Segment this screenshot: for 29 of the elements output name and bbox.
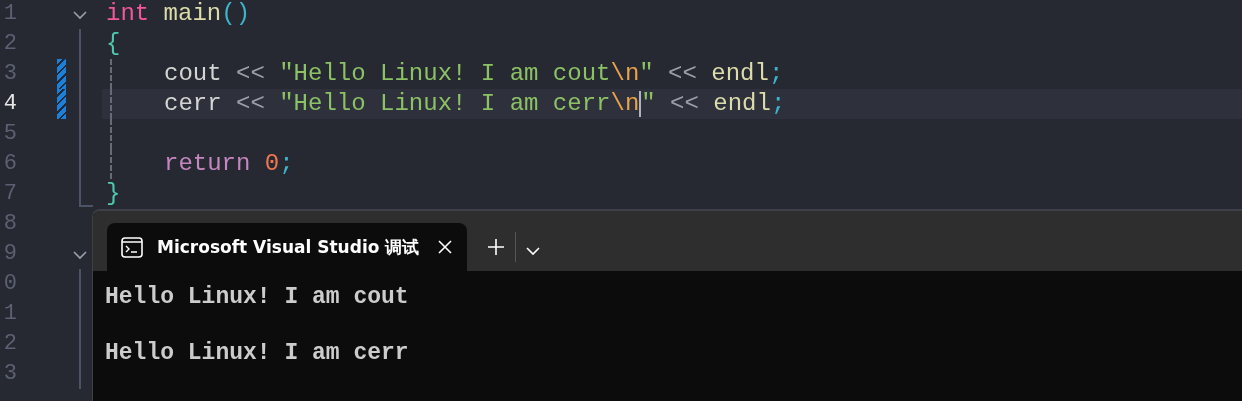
output-line: Hello Linux! I am cerr [105, 339, 410, 367]
chevron-down-icon[interactable] [72, 8, 88, 22]
line-number: 5 [2, 120, 17, 148]
line-number: 0 [2, 270, 17, 298]
line-number: 6 [2, 150, 17, 178]
line-number: 7 [2, 180, 17, 208]
plus-icon [487, 238, 505, 256]
line-number: 1 [2, 300, 17, 328]
line-number: 2 [2, 330, 17, 358]
line-number: 3 [2, 60, 17, 88]
line-number: 1 [2, 0, 17, 28]
terminal-tab[interactable]: Microsoft Visual Studio 调试 [107, 223, 467, 271]
line-number: 9 [2, 240, 17, 268]
terminal-icon [121, 236, 143, 258]
code-text: cout << "Hello Linux! I am cout\n" << endl; [164, 59, 784, 89]
code-text: { [106, 29, 121, 59]
line-number: 8 [2, 210, 17, 238]
line-number: 4 [2, 90, 17, 118]
chevron-down-icon [526, 246, 540, 256]
chevron-down-icon[interactable] [72, 248, 88, 262]
code-text: cerr << "Hello Linux! I am cerr\n" << endl; [164, 89, 786, 119]
code-text: int main() [106, 0, 251, 29]
close-icon[interactable] [437, 239, 453, 255]
line-number: 2 [2, 30, 17, 58]
code-text: } [106, 179, 121, 209]
text-cursor [639, 90, 642, 117]
output-line: Hello Linux! I am cout [105, 283, 410, 311]
code-text: return 0; [164, 149, 294, 179]
line-number: 3 [2, 360, 17, 388]
